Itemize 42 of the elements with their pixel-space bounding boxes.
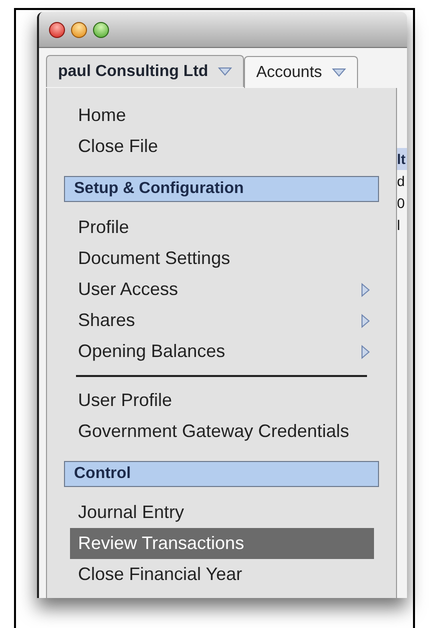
menu-item-label: User Profile (78, 389, 172, 412)
section-header: Control (64, 461, 379, 487)
menu-item-label: Review Transactions (78, 532, 244, 555)
background-text: l (397, 216, 402, 235)
tab[interactable]: paul Consulting Ltd (46, 55, 244, 87)
submenu-arrow-icon (361, 314, 370, 328)
menu-item[interactable]: Government Gateway Credentials (70, 416, 374, 447)
menu-item-label: Document Settings (78, 247, 230, 270)
menu-item[interactable]: Review Transactions (70, 528, 374, 559)
tab-label: Accounts (256, 62, 322, 82)
menu-item[interactable]: Profile (70, 212, 374, 243)
menu-item[interactable]: Document Settings (70, 243, 374, 274)
menu-item-label: User Access (78, 278, 178, 301)
menu-item[interactable]: User Profile (70, 385, 374, 416)
menu-item-label: Journal Entry (78, 501, 184, 524)
menu-item[interactable]: Close File (70, 131, 374, 162)
close-window-button[interactable] (49, 22, 65, 38)
background-text: lt (397, 148, 407, 170)
menu-item[interactable]: Opening Balances (70, 336, 374, 367)
section-header: Setup & Configuration (64, 176, 379, 202)
menu-item-label: Close Financial Year (78, 563, 242, 586)
zoom-window-button[interactable] (93, 22, 109, 38)
dropdown-caret-icon (332, 68, 346, 77)
menu-item[interactable]: User Access (70, 274, 374, 305)
menu-item-label: Close File (78, 135, 158, 158)
menu-item-label: Government Gateway Credentials (78, 420, 350, 443)
dropdown-caret-icon (218, 67, 232, 76)
menu-item-label: Opening Balances (78, 340, 226, 363)
background-text: 0 (397, 194, 406, 213)
menu-item-label: Shares (78, 309, 136, 332)
tab-label: paul Consulting Ltd (58, 62, 208, 82)
tab[interactable]: Accounts (244, 56, 358, 88)
submenu-arrow-icon (361, 282, 370, 296)
background-text: d (397, 172, 406, 191)
menu-item[interactable]: Journal Entry (70, 497, 374, 528)
menu-item[interactable]: Home (70, 100, 374, 131)
submenu-arrow-icon (361, 344, 370, 358)
menu-item[interactable]: Shares (70, 305, 374, 336)
menu-item-label: Home (78, 104, 126, 127)
minimize-window-button[interactable] (71, 22, 87, 38)
menu-item-label: Profile (78, 216, 130, 239)
menu-item[interactable]: Close Financial Year (70, 559, 374, 590)
